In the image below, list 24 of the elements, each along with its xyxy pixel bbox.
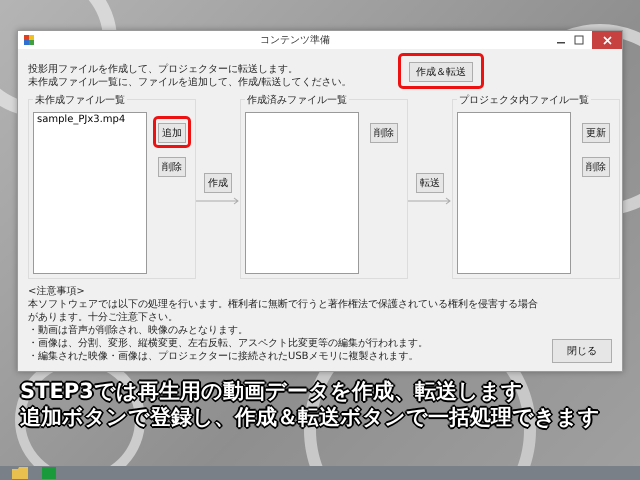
notes-text: ・動画は音声が削除され、映像のみとなります。 [28, 324, 249, 337]
create-and-transfer-button[interactable]: 作成＆転送 [409, 62, 473, 82]
side-button[interactable]: 削除 [582, 157, 610, 177]
side-button[interactable]: 削除 [370, 123, 398, 143]
file-list[interactable]: sample_PJx3.mp4 [33, 112, 147, 274]
file-list-item[interactable]: sample_PJx3.mp4 [34, 113, 146, 126]
step-button[interactable]: 作成 [204, 173, 232, 193]
side-button[interactable]: 追加 [158, 123, 186, 143]
caption-text: STEP3では再生用の動画データを作成、転送します [20, 378, 524, 404]
group-label: プロジェクタ内ファイル一覧 [457, 93, 591, 107]
instruction-text: 投影用ファイルを作成して、プロジェクターに転送します。 [28, 63, 299, 76]
notes-text: ・画像は、分割、変形、縦横変更、左右反転、アスペクト比変更等の編集が行われます。 [28, 337, 429, 350]
window-title: コンテンツ準備 [259, 34, 331, 47]
group-label: 未作成ファイル一覧 [33, 93, 127, 107]
step-button[interactable]: 転送 [416, 173, 444, 193]
notes-heading: <注意事項> [28, 285, 86, 298]
group-label: 作成済みファイル一覧 [245, 93, 349, 107]
notes-text: 本ソフトウェアでは以下の処理を行います。権利者に無断で行うと著作権法で保護されている権利を侵害する場合があります。十分ご注意下さい。 [28, 298, 539, 324]
notes-text: ・編集された映像・画像は、プロジェクターに接続されたUSBメモリに複製されます。 [28, 350, 420, 363]
close-dialog-button[interactable]: 閉じる [552, 339, 612, 363]
instruction-text: 未作成ファイル一覧に、ファイルを追加して、作成/転送してください。 [28, 76, 352, 89]
side-button[interactable]: 削除 [158, 157, 186, 177]
side-button[interactable]: 更新 [582, 123, 610, 143]
caption-text: 追加ボタンで登録し、作成＆転送ボタンで一括処理できます [20, 404, 600, 430]
